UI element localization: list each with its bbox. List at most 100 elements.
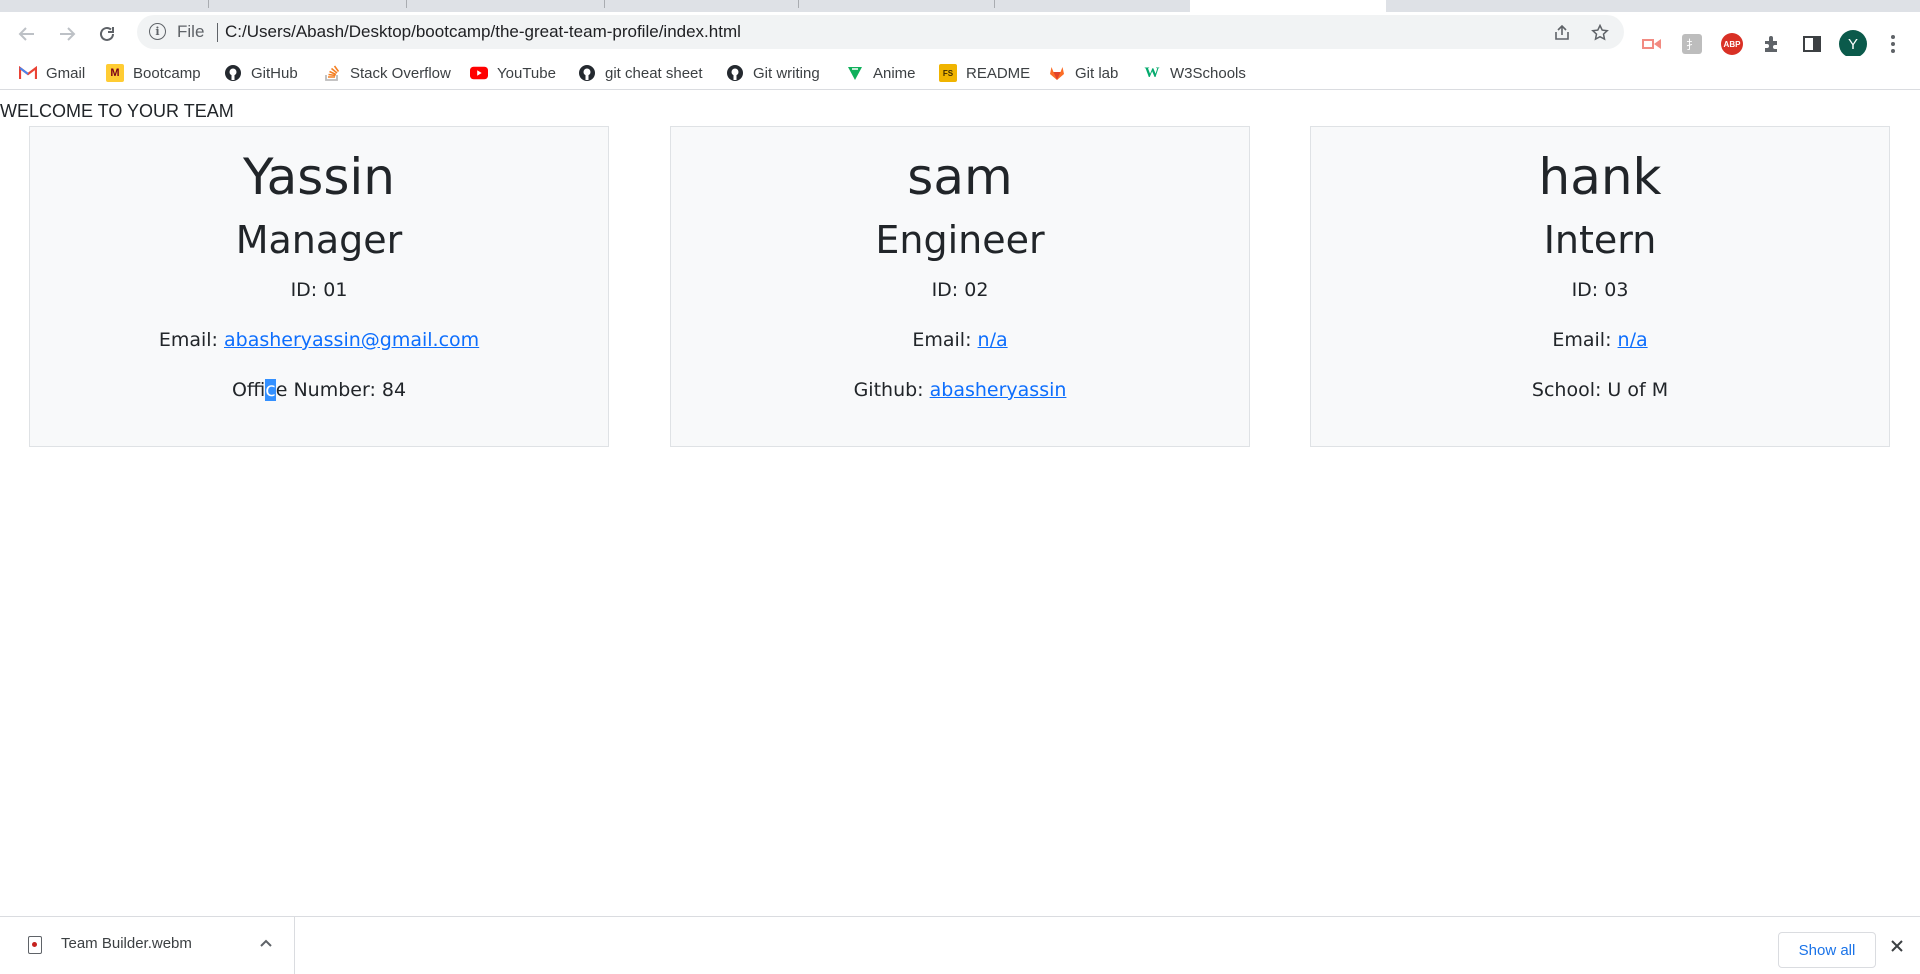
bookmark-label: git cheat sheet [605,64,703,82]
address-bar[interactable]: i File C:/Users/Abash/Desktop/bootcamp/t… [137,15,1624,49]
email-label: Email: [158,329,224,351]
close-icon[interactable] [1886,935,1908,957]
profile-avatar[interactable]: Y [1839,30,1867,58]
readme-icon: FS [939,64,957,82]
member-id: ID: 02 [931,279,989,301]
bookmark-label: Gmail [46,64,86,82]
show-all-button[interactable]: Show all [1778,932,1876,968]
stackoverflow-icon [323,64,341,82]
member-id: ID: 01 [290,279,348,301]
bookmark-label: README [966,64,1031,82]
site-info-icon[interactable]: i [149,23,166,40]
active-tab[interactable] [1190,0,1386,12]
member-name: hank [1538,148,1662,206]
bookmark-label: YouTube [497,64,556,82]
member-id: ID: 03 [1571,279,1629,301]
bookmark-git-lab[interactable]: Git lab [1048,62,1118,84]
member-name: sam [907,148,1013,206]
bookmark-git-cheat-sheet[interactable]: git cheat sheet [578,62,703,84]
bookmark-readme[interactable]: FS README [939,62,1030,84]
bookmark-github[interactable]: GitHub [224,62,298,84]
download-file-name: Team Builder.webm [61,935,192,952]
translate-extension-icon[interactable]: 扌 [1680,32,1704,56]
bookmark-git-writing[interactable]: Git writing [726,62,820,84]
reload-button[interactable] [93,20,121,48]
reload-icon [100,26,114,41]
github-link[interactable]: abasheryassin [930,379,1067,401]
download-item[interactable]: Team Builder.webm [0,917,295,974]
github-icon [726,64,744,82]
member-role: Intern [1543,218,1657,262]
browser-menu-icon[interactable] [1882,30,1904,58]
screen-recorder-extension-icon[interactable] [1640,32,1664,56]
bookmark-w3schools[interactable]: W W3Schools [1143,62,1246,84]
video-file-icon [28,936,42,954]
member-role: Engineer [875,218,1045,262]
text-selection: c [265,379,276,401]
url-text[interactable]: C:/Users/Abash/Desktop/bootcamp/the-grea… [225,22,741,42]
gmail-icon [19,64,37,82]
anime-icon [846,64,864,82]
extensions-puzzle-icon[interactable] [1760,32,1784,56]
w3schools-icon: W [1144,64,1160,81]
bookmark-star-icon[interactable] [1589,22,1611,44]
office-number-text-a: Offi [231,379,266,401]
tab-separator [208,0,209,8]
bookmark-anime[interactable]: Anime [846,62,916,84]
bookmark-label: Bootcamp [133,64,201,82]
page-heading: WELCOME TO YOUR TEAM [0,101,234,121]
github-line: Github: abasheryassin [671,377,1249,403]
chevron-up-icon[interactable] [256,933,276,953]
back-button[interactable] [13,20,41,48]
gitlab-icon [1048,64,1066,82]
email-label: Email: [1552,329,1618,351]
github-label: Github: [853,379,930,401]
youtube-icon [470,64,488,82]
share-icon[interactable] [1551,22,1573,44]
url-divider [217,23,218,42]
bookmark-label: Git writing [753,64,820,82]
github-icon [578,64,596,82]
email-link[interactable]: n/a [978,329,1008,351]
school-line: School: U of M [1531,379,1669,401]
member-role: Manager [235,218,403,262]
member-email-line: Email: n/a [1311,327,1889,353]
forward-arrow-icon [60,27,76,41]
email-link[interactable]: n/a [1618,329,1648,351]
browser-toolbar: i File C:/Users/Abash/Desktop/bootcamp/t… [0,12,1920,58]
team-card-manager: Yassin Manager ID: 01 Email: abasheryass… [29,126,609,447]
office-number-text-b: e Number: 84 [275,379,407,401]
email-link[interactable]: abasheryassin@gmail.com [224,329,479,351]
team-card-engineer: sam Engineer ID: 02 Email: n/a Github: a… [670,126,1250,447]
member-email-line: Email: n/a [671,327,1249,353]
bookmark-label: W3Schools [1170,64,1246,82]
adblock-plus-icon[interactable]: ABP [1720,32,1744,56]
forward-button[interactable] [53,20,81,48]
bookmark-label: GitHub [251,64,298,82]
tab-separator [406,0,407,8]
email-label: Email: [912,329,978,351]
tab-separator [604,0,605,8]
url-scheme-label: File [177,22,205,41]
bootcamp-icon: M [106,64,124,82]
bookmark-stack-overflow[interactable]: Stack Overflow [323,62,451,84]
bookmark-gmail[interactable]: Gmail [19,62,85,84]
github-icon [224,64,242,82]
bookmark-bootcamp[interactable]: M Bootcamp [106,62,201,84]
page-viewport: WELCOME TO YOUR TEAM Yassin Manager ID: … [0,91,1920,916]
download-shelf: Team Builder.webm Show all [0,916,1920,974]
side-panel-icon[interactable] [1800,32,1824,56]
tab-separator [798,0,799,8]
team-card-intern: hank Intern ID: 03 Email: n/a School: U … [1310,126,1890,447]
bookmark-label: Stack Overflow [350,64,451,82]
bookmarks-bar: Gmail M Bootcamp GitHub Stack Overflow Y… [0,56,1920,90]
back-arrow-icon [18,27,34,41]
tab-separator [994,0,995,8]
tab-strip [0,0,1920,12]
bookmark-label: Anime [873,64,916,82]
bookmark-label: Git lab [1075,64,1119,82]
office-number-line: Office Number: 84 [30,377,608,403]
member-name: Yassin [243,148,395,206]
bookmark-youtube[interactable]: YouTube [470,62,556,84]
member-email-line: Email: abasheryassin@gmail.com [30,327,608,353]
